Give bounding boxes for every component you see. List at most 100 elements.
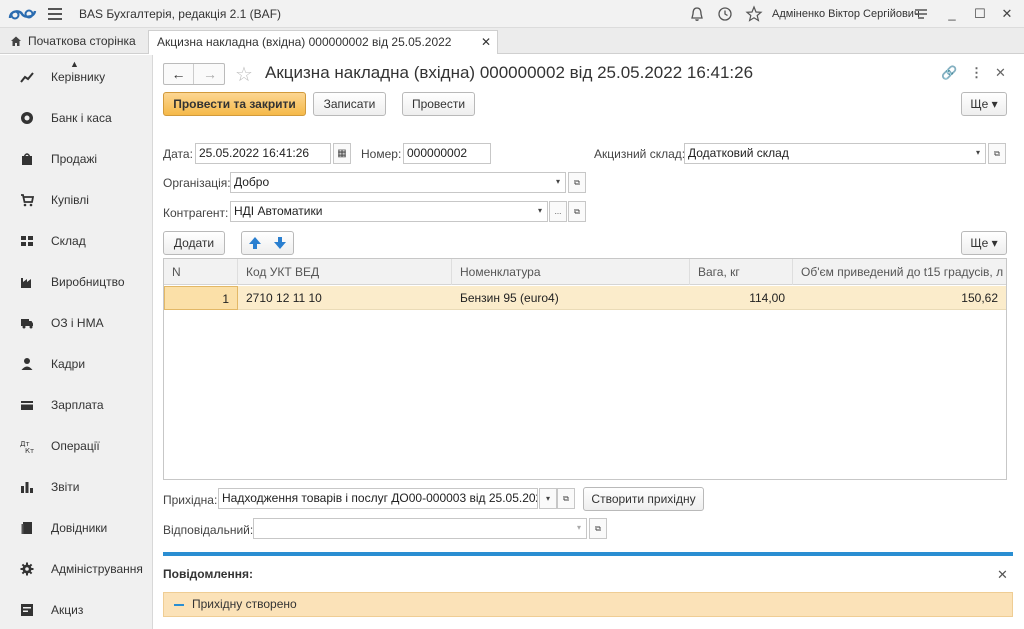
move-down-icon[interactable] [273, 236, 287, 250]
number-label: Номер: [361, 147, 402, 161]
cell-nomenclature[interactable]: Бензин 95 (euro4) [452, 286, 690, 310]
sections-panel: ▲ Керівнику Банк і каса Продажі Купівлі … [0, 55, 153, 629]
sidebar-item-label: Зарплата [51, 398, 104, 412]
calendar-icon[interactable]: ▦ [333, 143, 351, 164]
truck-icon [21, 319, 33, 329]
favorites-star-icon[interactable] [745, 5, 763, 23]
sidebar-item-purchases[interactable]: Купівлі [0, 180, 152, 220]
sidebar-item-manager[interactable]: Керівнику [0, 57, 152, 97]
close-tab-icon[interactable]: ✕ [481, 31, 491, 53]
chevron-down-icon[interactable]: ▾ [969, 143, 987, 164]
forward-arrow-icon[interactable]: → [195, 64, 225, 84]
sidebar-item-label: Склад [51, 234, 86, 248]
receipt-field[interactable]: Надходження товарів і послуг ДО00-000003… [218, 488, 538, 509]
messages-divider [163, 552, 1013, 556]
more-button-label: Ще [970, 97, 989, 111]
column-n[interactable]: N [164, 259, 238, 285]
save-button[interactable]: Записати [313, 92, 386, 116]
post-button[interactable]: Провести [402, 92, 475, 116]
sidebar-item-catalogs[interactable]: Довідники [0, 508, 152, 548]
sidebar-item-bank[interactable]: Банк і каса [0, 98, 152, 138]
contractor-field[interactable]: НДІ Автоматики [230, 201, 548, 222]
more-actions-icon[interactable]: ⋮ [970, 65, 983, 81]
move-up-icon[interactable] [248, 236, 262, 250]
cell-volume[interactable]: 150,62 [793, 286, 1006, 310]
post-and-close-button[interactable]: Провести та закрити [163, 92, 306, 116]
organization-field[interactable]: Добро [230, 172, 566, 193]
back-arrow-icon[interactable]: ← [164, 64, 194, 84]
column-weight[interactable]: Вага, кг [690, 259, 793, 285]
close-form-icon[interactable]: ✕ [995, 65, 1006, 81]
chevron-down-icon[interactable]: ▾ [531, 201, 549, 222]
more-button[interactable]: Ще ▾ [961, 92, 1007, 116]
minimize-icon[interactable]: _ [942, 4, 962, 24]
add-button[interactable]: Додати [163, 231, 225, 255]
number-field[interactable]: 000000002 [403, 143, 491, 164]
column-nomenclature[interactable]: Номенклатура [452, 259, 690, 285]
bell-icon[interactable] [688, 5, 706, 23]
date-field[interactable]: 25.05.2022 16:41:26 [195, 143, 331, 164]
cart-icon [21, 194, 34, 207]
close-messages-icon[interactable]: ✕ [997, 567, 1008, 583]
sidebar-item-admin[interactable]: Адміністрування [0, 549, 152, 589]
favorite-star-icon[interactable]: ☆ [235, 62, 253, 87]
sidebar-item-hr[interactable]: Кадри [0, 344, 152, 384]
open-icon[interactable]: ⧉ [557, 488, 575, 509]
app-logo-icon[interactable] [8, 6, 38, 22]
sidebar-item-reports[interactable]: Звіти [0, 467, 152, 507]
sidebar-item-warehouse[interactable]: Склад [0, 221, 152, 261]
title-bar: BAS Бухгалтерія, редакція 2.1 (BAF) Адмі… [0, 0, 1024, 28]
book-icon [21, 522, 32, 534]
user-name[interactable]: Адміненко Віктор Сергійович [772, 8, 920, 20]
operations-icon: ДтКт [20, 440, 34, 453]
cell-weight[interactable]: 114,00 [690, 286, 793, 310]
open-icon[interactable]: ⧉ [568, 201, 586, 222]
chevron-down-icon[interactable]: ▾ [570, 518, 588, 539]
excise-warehouse-field[interactable]: Додатковий склад [684, 143, 986, 164]
maximize-icon[interactable]: ☐ [970, 4, 990, 24]
open-icon[interactable]: ⧉ [568, 172, 586, 193]
select-ellipsis-icon[interactable]: ... [549, 201, 567, 222]
app-title: BAS Бухгалтерія, редакція 2.1 (BAF) [79, 7, 282, 21]
open-tabs-bar: Початкова сторінка Акцизна накладна (вхі… [0, 28, 1024, 71]
sidebar-item-label: Операції [51, 439, 100, 453]
cell-code[interactable]: 2710 12 11 10 [238, 286, 452, 310]
table-header: N Код УКТ ВЕД Номенклатура Вага, кг Об'є… [164, 259, 1006, 285]
column-volume[interactable]: Об'єм приведений до t15 градусів, л [793, 259, 1006, 285]
sidebar-item-label: ОЗ і НМА [51, 316, 104, 330]
open-icon[interactable]: ⧉ [988, 143, 1006, 164]
tab-document[interactable]: Акцизна накладна (вхідна) 000000002 від … [148, 30, 498, 71]
excise-warehouse-label: Акцизний склад: [594, 147, 686, 161]
cell-n[interactable]: 1 [164, 286, 238, 310]
home-icon [11, 36, 21, 46]
history-icon[interactable] [716, 5, 734, 23]
table-more-button[interactable]: Ще ▾ [961, 231, 1007, 255]
tab-home[interactable]: Початкова сторінка [0, 28, 143, 54]
sidebar-item-label: Кадри [51, 357, 86, 371]
sidebar-item-production[interactable]: Виробництво [0, 262, 152, 302]
goods-table[interactable]: N Код УКТ ВЕД Номенклатура Вага, кг Об'є… [163, 258, 1007, 480]
sidebar-item-label: Купівлі [51, 193, 89, 207]
settings-menu-icon[interactable] [912, 5, 930, 23]
table-row[interactable]: 1 2710 12 11 10 Бензин 95 (euro4) 114,00… [164, 286, 1006, 310]
chevron-down-icon[interactable]: ▾ [549, 172, 567, 193]
factory-icon [21, 278, 31, 288]
sidebar-item-operations[interactable]: Дт Кт Операції [0, 426, 152, 466]
messages-title: Повідомлення: [163, 567, 253, 581]
create-receipt-button[interactable]: Створити прихідну [583, 487, 704, 511]
responsible-field[interactable] [253, 518, 587, 539]
sidebar-item-label: Керівнику [51, 70, 106, 84]
chevron-down-icon[interactable]: ▾ [539, 488, 557, 509]
link-icon[interactable]: 🔗 [941, 65, 957, 81]
sidebar-item-sales[interactable]: Продажі [0, 139, 152, 179]
sidebar-item-excise[interactable]: Акциз [0, 590, 152, 629]
collapse-icon[interactable] [174, 604, 184, 606]
open-icon[interactable]: ⧉ [589, 518, 607, 539]
main-menu-icon[interactable] [48, 8, 62, 20]
page-title: Акцизна накладна (вхідна) 000000002 від … [265, 63, 754, 82]
close-window-icon[interactable]: ✕ [997, 4, 1017, 24]
column-code[interactable]: Код УКТ ВЕД [238, 259, 452, 285]
sidebar-item-salary[interactable]: Зарплата [0, 385, 152, 425]
message-item[interactable]: Прихідну створено [163, 592, 1013, 617]
sidebar-item-fixed-assets[interactable]: ОЗ і НМА [0, 303, 152, 343]
